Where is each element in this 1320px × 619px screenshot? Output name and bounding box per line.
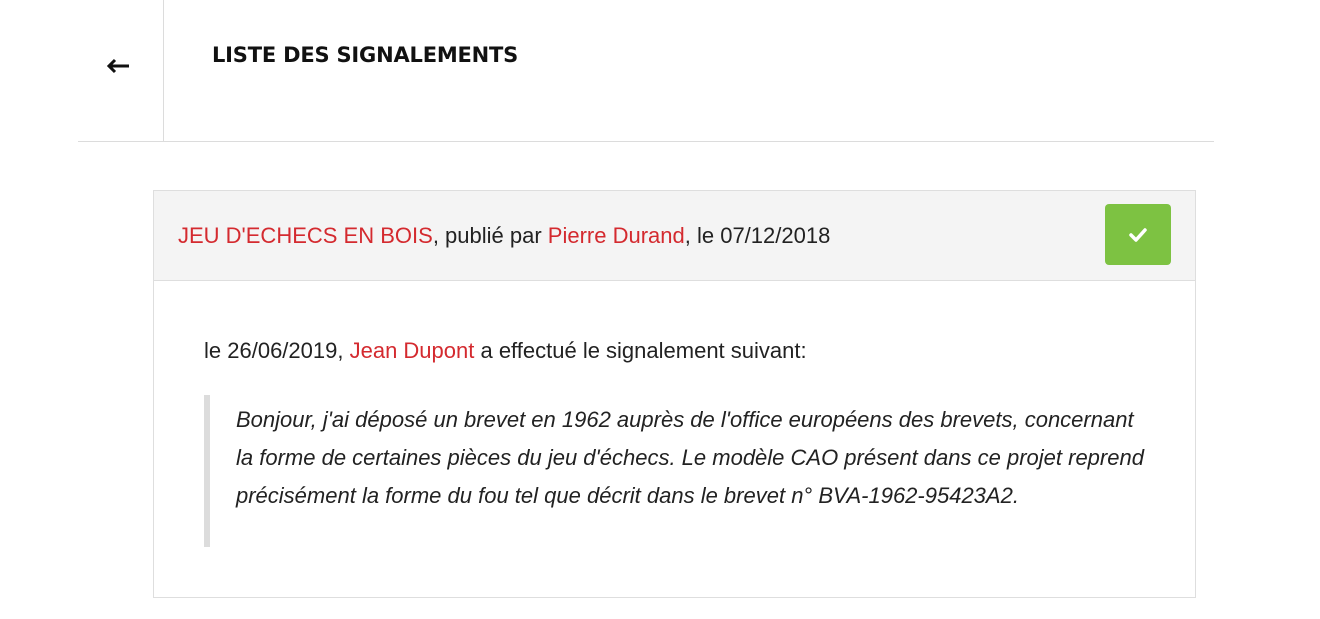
report-date: 26/06/2019 <box>227 338 338 363</box>
reporter-link[interactable]: Jean Dupont <box>350 338 475 363</box>
report-suffix: a effectué le signalement suivant: <box>474 338 807 363</box>
published-by-text: , publié par <box>432 223 548 248</box>
back-button-cell <box>78 0 164 141</box>
resolve-button[interactable] <box>1105 204 1171 265</box>
check-icon <box>1129 227 1147 242</box>
page-title: LISTE DES SIGNALEMENTS <box>212 43 519 67</box>
report-card-header: JEU D'ECHECS EN BOIS, publié par Pierre … <box>154 191 1195 281</box>
report-message: Bonjour, j'ai déposé un brevet en 1962 a… <box>204 395 1154 547</box>
report-card: JEU D'ECHECS EN BOIS, publié par Pierre … <box>153 190 1196 598</box>
author-link[interactable]: Pierre Durand <box>548 223 685 248</box>
report-prefix: le <box>204 338 228 363</box>
report-intro: le 26/06/2019, Jean Dupont a effectué le… <box>204 337 807 365</box>
back-button[interactable] <box>104 50 132 78</box>
report-summary: JEU D'ECHECS EN BOIS, publié par Pierre … <box>178 222 830 250</box>
report-sep: , <box>337 338 350 363</box>
page-header: LISTE DES SIGNALEMENTS <box>78 0 1214 142</box>
published-date: 07/12/2018 <box>720 223 831 248</box>
date-prefix: , le <box>684 223 721 248</box>
arrow-left-icon <box>106 58 129 74</box>
project-link[interactable]: JEU D'ECHECS EN BOIS <box>178 223 433 248</box>
